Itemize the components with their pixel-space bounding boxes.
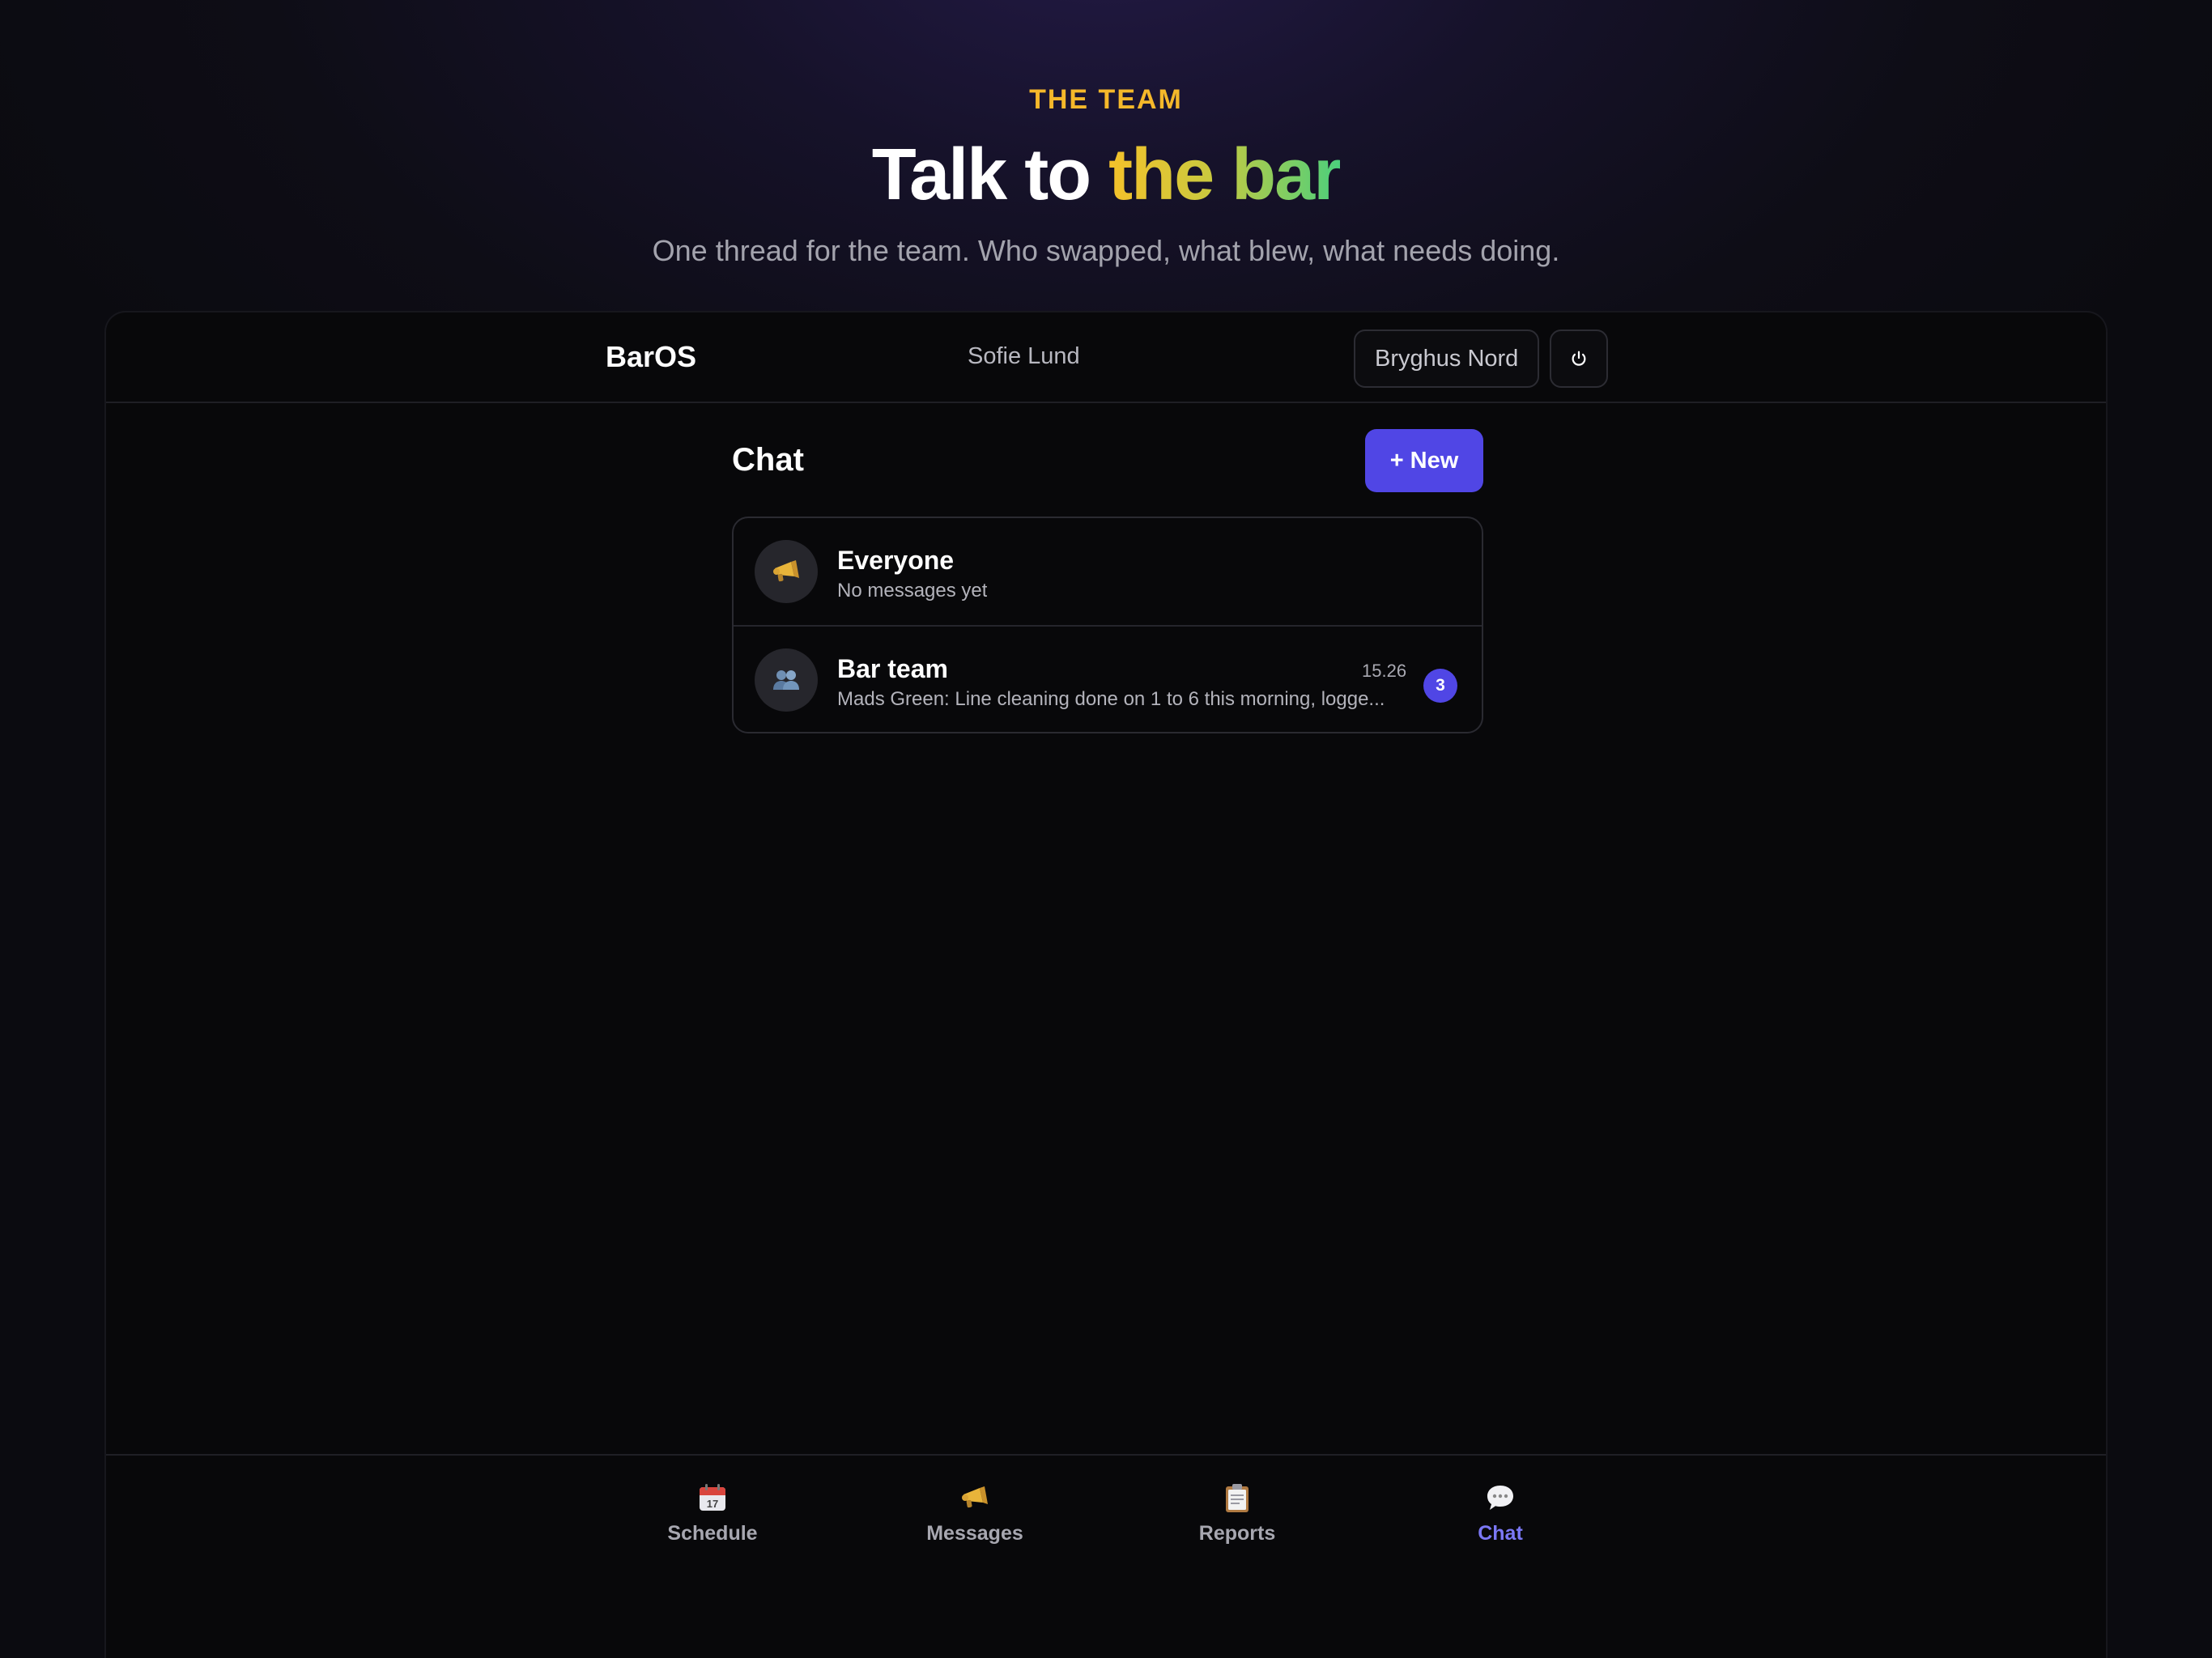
conversation-list: Everyone No messages yet Bar team Mads G… xyxy=(732,517,1483,733)
clipboard-icon xyxy=(1226,1484,1249,1512)
power-icon xyxy=(1572,351,1586,366)
svg-text:17: 17 xyxy=(707,1498,718,1510)
nav-item-schedule[interactable]: 17 Schedule xyxy=(632,1478,793,1545)
nav-label: Chat xyxy=(1478,1522,1523,1545)
people-icon xyxy=(773,670,799,690)
app-frame: BarOS Sofie Lund Bryghus Nord Chat + New… xyxy=(104,311,2108,1658)
venue-selector-button[interactable]: Bryghus Nord xyxy=(1354,329,1540,388)
user-name: Sofie Lund xyxy=(968,343,1080,369)
logout-button[interactable] xyxy=(1550,329,1608,388)
calendar-icon: 17 xyxy=(700,1484,725,1511)
headline: Talk to the bar xyxy=(0,134,2212,215)
conversation-timestamp: 15.26 xyxy=(1362,661,1407,681)
conversation-avatar xyxy=(755,540,818,603)
brand-logo[interactable]: BarOS xyxy=(606,340,696,374)
nav-item-chat[interactable]: Chat xyxy=(1419,1478,1581,1545)
top-bar: BarOS Sofie Lund Bryghus Nord xyxy=(106,312,2106,403)
conversation-name: Everyone xyxy=(837,546,955,575)
nav-item-messages[interactable]: Messages xyxy=(894,1478,1056,1545)
conversation-item-everyone[interactable]: Everyone No messages yet xyxy=(734,518,1482,625)
conversation-preview: No messages yet xyxy=(837,580,988,602)
eyebrow-label: THE TEAM xyxy=(1029,84,1183,115)
nav-label: Reports xyxy=(1198,1522,1276,1545)
megaphone-icon xyxy=(773,560,799,582)
page-title: Chat xyxy=(732,442,804,478)
subhead: One thread for the team. Who swapped, wh… xyxy=(652,234,1560,267)
bottom-nav: 17 Schedule Messages Reports Chat xyxy=(106,1454,2106,1658)
unread-badge: 3 xyxy=(1423,669,1457,703)
conversation-preview: Mads Green: Line cleaning done on 1 to 6… xyxy=(837,688,1385,710)
megaphone-icon xyxy=(962,1486,988,1508)
conversation-avatar xyxy=(755,648,818,712)
new-chat-button[interactable]: + New xyxy=(1365,429,1483,492)
conversation-item-bar-team[interactable]: Bar team Mads Green: Line cleaning done … xyxy=(734,625,1482,732)
headline-highlight: the bar xyxy=(1108,134,1342,215)
nav-label: Schedule xyxy=(667,1522,758,1545)
nav-label: Messages xyxy=(926,1522,1023,1545)
speech-bubble-icon xyxy=(1487,1486,1513,1510)
nav-item-reports[interactable]: Reports xyxy=(1156,1478,1318,1545)
conversation-name: Bar team xyxy=(837,654,948,683)
headline-plain: Talk to xyxy=(871,134,1109,215)
